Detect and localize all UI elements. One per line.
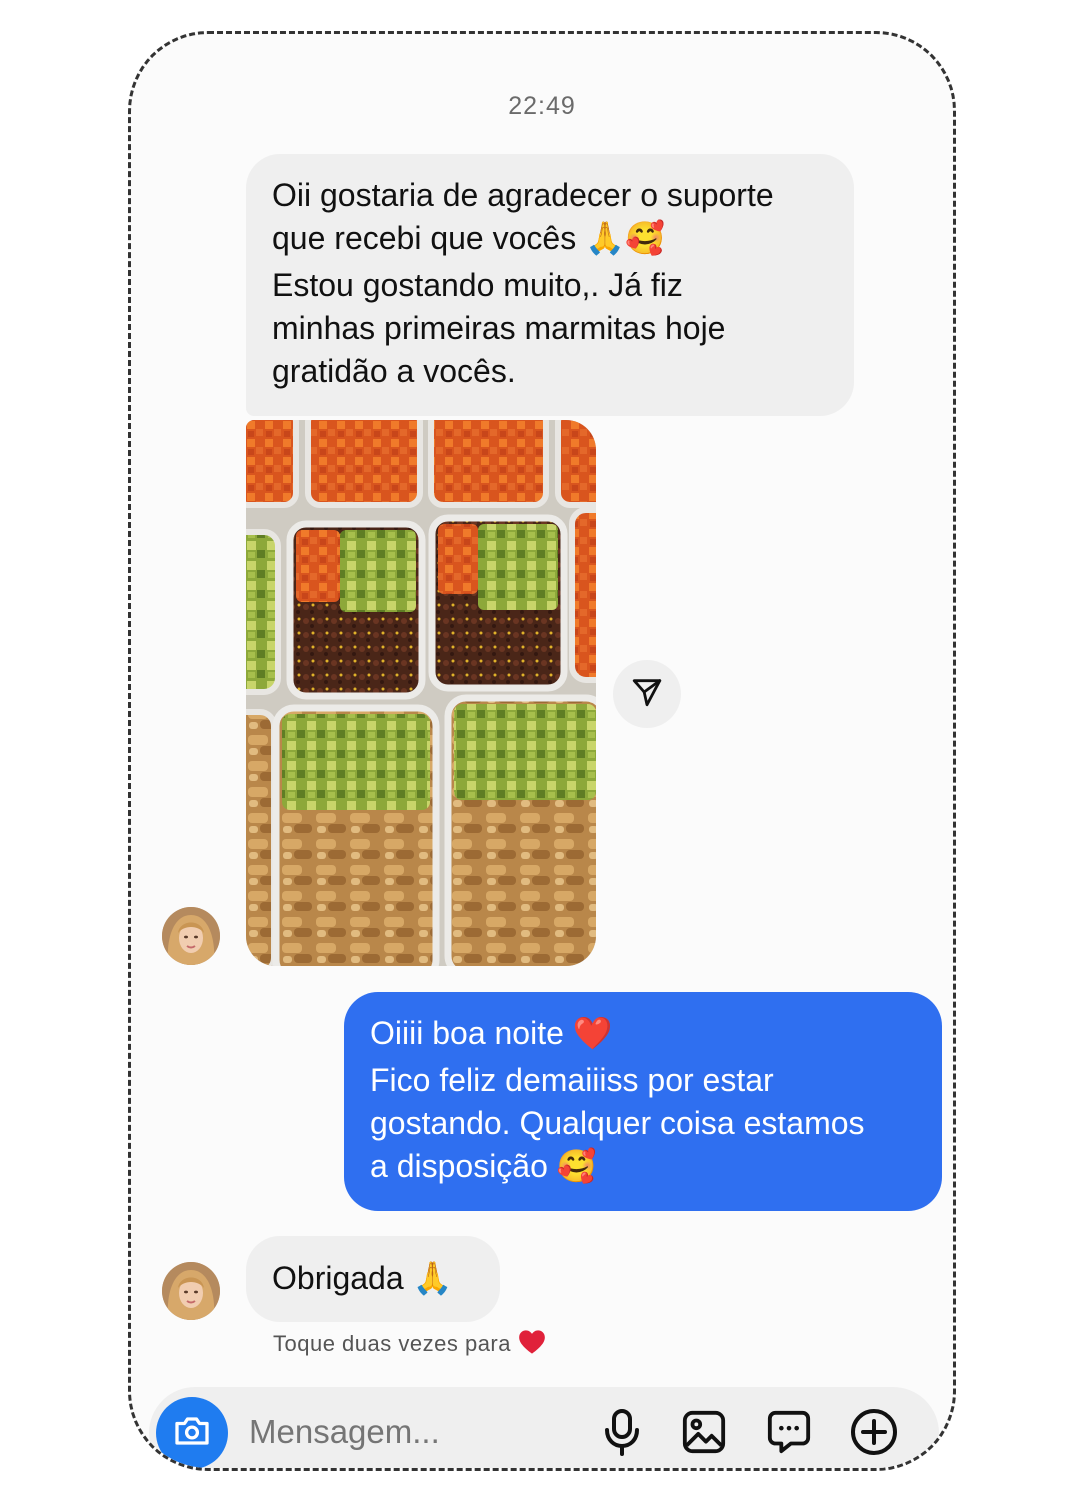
outgoing-message-bubble[interactable]: Oiiii boa noite ❤️ Fico feliz demaiiiss …	[344, 992, 942, 1211]
message-line: Oiiii boa noite ❤️	[370, 1015, 613, 1051]
contact-avatar[interactable]	[162, 907, 220, 965]
camera-icon	[174, 1415, 210, 1452]
message-input[interactable]	[249, 1413, 589, 1451]
image-gallery-icon	[681, 1409, 727, 1460]
heart-icon	[518, 1329, 546, 1361]
sticker-button[interactable]	[764, 1409, 814, 1459]
message-line: minhas primeiras marmitas hoje	[272, 310, 726, 346]
screenshot-page: 22:49 Oii gostaria de agradecer o suport…	[0, 0, 1080, 1500]
share-button[interactable]	[613, 660, 681, 728]
more-options-button[interactable]	[849, 1408, 899, 1461]
message-line: Estou gostando muito,. Já fiz	[272, 267, 683, 303]
message-line: Fico feliz demaiiiss por estar	[370, 1062, 774, 1098]
meal-prep-photo-illustration	[246, 420, 596, 966]
avatar-image	[162, 907, 220, 965]
reaction-hint: Toque duas vezes para	[273, 1329, 546, 1361]
plus-circle-icon	[850, 1408, 898, 1461]
chat-sticker-icon	[766, 1409, 812, 1460]
camera-button[interactable]	[156, 1397, 228, 1468]
incoming-message-bubble[interactable]: Oii gostaria de agradecer o suporte que …	[246, 154, 854, 416]
avatar-image	[162, 1262, 220, 1320]
incoming-message-bubble[interactable]: Obrigada 🙏	[246, 1236, 500, 1322]
message-line: a disposição 🥰	[370, 1148, 597, 1184]
message-timestamp: 22:49	[508, 92, 576, 120]
message-line: gostando. Qualquer coisa estamos	[370, 1105, 865, 1141]
message-line: Obrigada 🙏	[272, 1260, 453, 1296]
chat-screen: 22:49 Oii gostaria de agradecer o suport…	[128, 31, 956, 1471]
shared-photo[interactable]	[246, 420, 596, 966]
contact-avatar[interactable]	[162, 1262, 220, 1320]
message-line: Oii gostaria de agradecer o suporte	[272, 177, 774, 213]
voice-message-button[interactable]	[597, 1408, 647, 1461]
message-line: que recebi que vocês 🙏🥰	[272, 220, 665, 256]
message-line: gratidão a vocês.	[272, 353, 516, 389]
microphone-icon	[602, 1408, 642, 1461]
gallery-button[interactable]	[679, 1409, 729, 1459]
message-composer	[149, 1387, 939, 1468]
paper-plane-icon	[630, 675, 664, 714]
reaction-hint-text: Toque duas vezes para	[273, 1330, 511, 1356]
